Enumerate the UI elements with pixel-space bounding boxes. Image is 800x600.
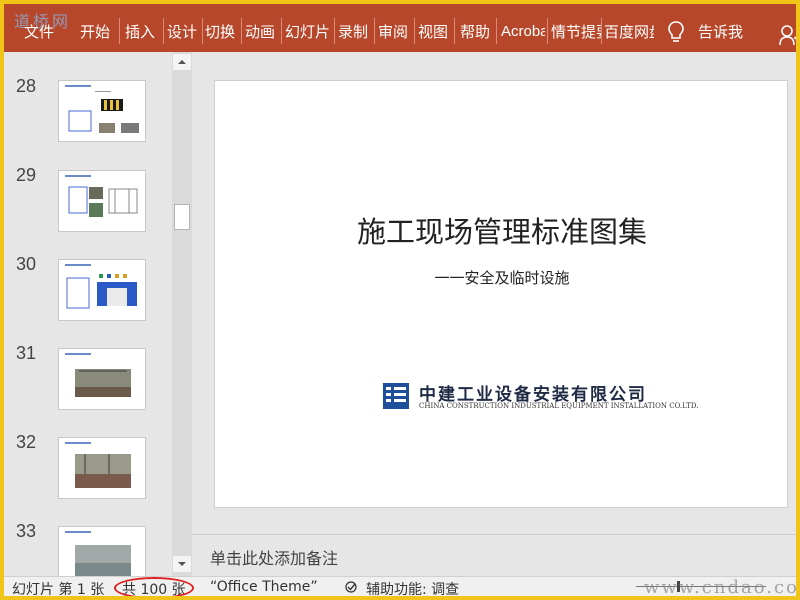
slide-position-text: 幻灯片 第 1 张 (12, 582, 105, 596)
tab-divider (414, 18, 415, 44)
thumbnail-preview (65, 531, 131, 576)
company-logo-icon (383, 383, 409, 409)
tab-divider (334, 18, 335, 44)
accessibility-status[interactable]: 辅助功能: 调查 (366, 579, 459, 596)
accessibility-icon[interactable] (344, 580, 360, 594)
scrollbar-thumb[interactable] (174, 204, 190, 230)
slide-thumbnail-30[interactable] (58, 259, 146, 321)
slide-thumbnail-31[interactable] (58, 348, 146, 410)
chevron-up-icon (178, 60, 186, 64)
tab-record[interactable]: 录制 (338, 4, 372, 52)
tab-review[interactable]: 审阅 (378, 4, 412, 52)
powerpoint-window: 道桥网 文件 开始 插入 设计 切换 动画 幻灯片 录制 审阅 视图 帮助 Ac… (4, 4, 796, 596)
slide-number: 30 (16, 254, 37, 274)
tab-divider (119, 18, 120, 44)
tab-transitions[interactable]: 切换 (205, 4, 239, 52)
company-name-english: CHINA CONSTRUCTION INDUSTRIAL EQUIPMENT … (419, 402, 699, 410)
theme-name: “Office Theme” (210, 579, 318, 595)
slide-thumbnail-28[interactable] (58, 80, 146, 142)
highlight-circle-annotation (114, 577, 194, 596)
tab-home[interactable]: 开始 (80, 4, 114, 52)
slide-thumbnail-33[interactable] (58, 526, 146, 576)
current-slide[interactable]: 施工现场管理标准图集 一一安全及临时设施 中建工业设备安装有限公司 CHINA … (214, 80, 788, 508)
chevron-down-icon (178, 562, 186, 566)
tab-view[interactable]: 视图 (418, 4, 452, 52)
share-person-icon[interactable] (779, 24, 796, 46)
tab-divider (202, 18, 203, 44)
tab-animations[interactable]: 动画 (245, 4, 279, 52)
slide-number: 28 (16, 76, 37, 96)
thumbnail-preview (65, 353, 131, 397)
scroll-down-button[interactable] (173, 556, 191, 572)
slide-number: 33 (16, 521, 37, 541)
tab-divider (454, 18, 455, 44)
tab-divider (496, 18, 497, 44)
thumbnail-scrollbar[interactable] (172, 52, 192, 576)
slide-number: 31 (16, 343, 37, 363)
notes-pane[interactable]: 单击此处添加备注 (192, 534, 796, 576)
tab-divider (281, 18, 282, 44)
tab-slideshow[interactable]: 幻灯片 (285, 4, 333, 52)
tab-baidu-netdisk[interactable]: 百度网盘 (604, 4, 654, 52)
lightbulb-icon[interactable] (666, 20, 686, 44)
tab-acrobat[interactable]: Acrobat (501, 4, 545, 52)
ribbon-tab-bar: 道桥网 文件 开始 插入 设计 切换 动画 幻灯片 录制 审阅 视图 帮助 Ac… (4, 4, 796, 52)
tab-divider (374, 18, 375, 44)
tab-design[interactable]: 设计 (167, 4, 201, 52)
status-bar: 幻灯片 第 1 张 共 100 张 “Office Theme” 辅助功能: 调… (4, 576, 796, 596)
slide-thumbnail-pane[interactable]: 28 29 30 31 32 33 (4, 52, 172, 576)
tab-divider (241, 18, 242, 44)
tab-divider (601, 18, 602, 44)
tell-me-search[interactable]: 告诉我 (698, 4, 758, 52)
tab-storyboard[interactable]: 情节提要 (551, 4, 601, 52)
tab-help[interactable]: 帮助 (460, 4, 494, 52)
tab-insert[interactable]: 插入 (125, 4, 159, 52)
tab-file[interactable]: 文件 (24, 4, 58, 52)
slide-subtitle[interactable]: 一一安全及临时设施 (215, 267, 789, 288)
tab-divider (547, 18, 548, 44)
slide-title[interactable]: 施工现场管理标准图集 (215, 209, 789, 251)
thumbnail-preview (65, 442, 131, 488)
notes-placeholder[interactable]: 单击此处添加备注 (210, 545, 338, 569)
slide-thumbnail-29[interactable] (58, 170, 146, 232)
slide-number: 32 (16, 432, 37, 452)
thumbnail-preview (65, 175, 138, 217)
tab-divider (163, 18, 164, 44)
thumbnail-preview (65, 264, 137, 309)
scroll-up-button[interactable] (173, 54, 191, 70)
slide-thumbnail-32[interactable] (58, 437, 146, 499)
thumbnail-preview (65, 85, 139, 133)
site-watermark: www.cndao.com (644, 577, 796, 596)
slide-number: 29 (16, 165, 37, 185)
slide-editor: 施工现场管理标准图集 一一安全及临时设施 中建工业设备安装有限公司 CHINA … (192, 52, 796, 534)
